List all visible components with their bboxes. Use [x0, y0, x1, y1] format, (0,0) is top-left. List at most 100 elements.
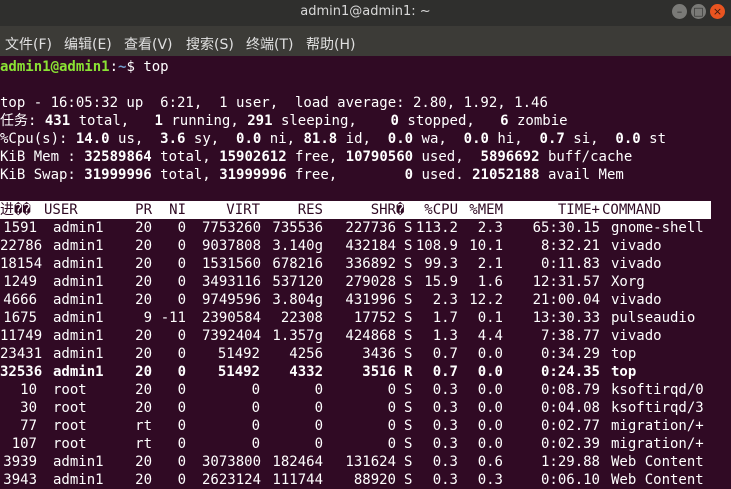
col-user[interactable]: USER — [44, 201, 78, 219]
process-pid: 32536 — [0, 364, 43, 380]
col-mem[interactable]: %MEM — [462, 201, 503, 219]
process-pr: 20 — [135, 454, 152, 470]
mem-used-label: used, — [413, 149, 464, 165]
process-row: 107 root rt 0 0 0 0 S 0.3 0.0 0:02.39 migration/+ — [0, 435, 720, 453]
process-pr: 20 — [135, 400, 152, 416]
col-ni[interactable]: NI — [160, 201, 186, 219]
process-command: ksoftirqd/3 — [611, 400, 704, 416]
close-button[interactable]: × — [710, 4, 725, 19]
process-pid: 10 — [20, 382, 37, 398]
process-res: 4256 — [289, 346, 323, 362]
process-shr: 131624 — [345, 454, 396, 470]
process-cpu: 1.7 — [432, 310, 458, 326]
process-time: 1:29.88 — [540, 454, 600, 470]
mem-free: 15902612 — [219, 149, 287, 165]
menu-help[interactable]: 帮助(H) — [306, 34, 355, 54]
process-pid: 4666 — [3, 292, 37, 308]
col-state[interactable]: � — [396, 201, 404, 219]
process-cpu: 0.7 — [432, 364, 458, 380]
cpu-hi-label: hi, — [488, 131, 523, 147]
maximize-button[interactable]: □ — [691, 4, 706, 19]
process-time: 7:38.77 — [540, 328, 600, 344]
process-virt: 51492 — [217, 346, 260, 362]
col-shr[interactable]: SHR — [330, 201, 396, 219]
process-pr: 20 — [135, 472, 152, 488]
process-virt: 3493116 — [202, 274, 262, 290]
process-time: 0:04.08 — [540, 400, 600, 416]
process-command: pulseaudio — [611, 310, 696, 326]
process-cpu: 99.3 — [424, 256, 458, 272]
cpu-label: %Cpu(s): — [0, 131, 68, 147]
process-virt: 2390584 — [202, 310, 262, 326]
process-mem: 1.6 — [477, 274, 503, 290]
col-time[interactable]: TIME+ — [513, 201, 600, 219]
swap-avail: 21052188 — [472, 167, 540, 183]
process-res: 3.140g — [272, 238, 323, 254]
cpu-si: 0.7 — [539, 131, 565, 147]
process-command: top — [611, 346, 637, 362]
uptime-line: top - 16:05:32 up 6:21, 1 user, load ave… — [0, 95, 548, 111]
process-command: vivado — [611, 238, 662, 254]
process-res: 0 — [314, 400, 323, 416]
process-user: root — [53, 382, 87, 398]
process-virt: 9749596 — [202, 292, 262, 308]
process-ni: 0 — [177, 292, 186, 308]
col-res[interactable]: RES — [266, 201, 323, 219]
process-res: 735536 — [272, 220, 323, 236]
process-row: 1249 admin1 20 0 3493116 537120 279028 S 15.9 1.6… — [0, 273, 720, 291]
process-user: root — [53, 436, 87, 452]
process-user: admin1 — [53, 346, 104, 362]
process-row: 4666 admin1 20 0 9749596 3.804g 431996 S 2.3 12.2… — [0, 291, 720, 309]
menu-terminal[interactable]: 终端(T) — [246, 34, 293, 54]
col-virt[interactable]: VIRT — [202, 201, 260, 219]
process-cpu: 2.3 — [432, 292, 458, 308]
process-mem: 0.0 — [477, 382, 503, 398]
process-res: 3.804g — [272, 292, 323, 308]
process-pid: 18154 — [0, 256, 43, 272]
process-user: admin1 — [53, 274, 104, 290]
menu-view[interactable]: 查看(V) — [124, 34, 173, 54]
swap-line: KiB Swap: 31999996 total, 31999996 free,… — [0, 166, 624, 184]
process-row: 18154 admin1 20 0 1531560 678216 336892 S 99.3 2.… — [0, 255, 720, 273]
minimize-button[interactable]: – — [672, 4, 687, 19]
col-command[interactable]: COMMAND — [602, 201, 661, 219]
process-shr: 0 — [387, 418, 396, 434]
prompt-colon: : — [109, 59, 119, 75]
process-cpu: 0.3 — [432, 400, 458, 416]
terminal-scrollbar[interactable] — [720, 56, 731, 487]
process-mem: 0.0 — [477, 436, 503, 452]
swap-total: 31999996 — [84, 167, 152, 183]
menu-bar: 文件(F) 编辑(E) 查看(V) 搜索(S) 终端(T) 帮助(H) — [0, 26, 731, 56]
process-shr: 424868 — [345, 328, 396, 344]
process-user: admin1 — [53, 310, 104, 326]
col-cpu[interactable]: %CPU — [408, 201, 458, 219]
col-pr[interactable]: PR — [126, 201, 152, 219]
tasks-stopped: 0 — [390, 113, 399, 129]
menu-edit[interactable]: 编辑(E) — [64, 34, 112, 54]
process-mem: 2.3 — [477, 220, 503, 236]
swap-label: KiB Swap: — [0, 167, 76, 183]
terminal-output[interactable]: admin1@admin1:~$ top top - 16:05:32 up 6… — [0, 56, 720, 488]
menu-search[interactable]: 搜索(S) — [186, 34, 234, 54]
window-titlebar: admin1@admin1: ~ – □ × — [0, 0, 731, 26]
process-cpu: 1.3 — [432, 328, 458, 344]
process-user: admin1 — [53, 454, 104, 470]
process-mem: 0.0 — [477, 346, 503, 362]
mem-label: KiB Mem : — [0, 149, 76, 165]
cpu-wa: 0.0 — [387, 131, 414, 147]
process-mem: 0.6 — [477, 454, 503, 470]
cpu-us-label: us, — [109, 131, 144, 147]
process-virt: 7753260 — [202, 220, 262, 236]
process-ni: 0 — [177, 238, 186, 254]
cpu-id: 81.8 — [303, 131, 338, 147]
process-cpu: 108.9 — [415, 238, 458, 254]
process-pr: 20 — [135, 238, 152, 254]
mem-free-label: free, — [286, 149, 338, 165]
process-mem: 10.1 — [469, 238, 503, 254]
process-cpu: 0.7 — [432, 346, 458, 362]
process-shr: 431996 — [345, 292, 396, 308]
process-cpu: 0.3 — [432, 382, 458, 398]
menu-file[interactable]: 文件(F) — [5, 34, 52, 54]
col-pid[interactable]: 进�� — [0, 201, 39, 219]
process-shr: 88920 — [353, 472, 396, 488]
